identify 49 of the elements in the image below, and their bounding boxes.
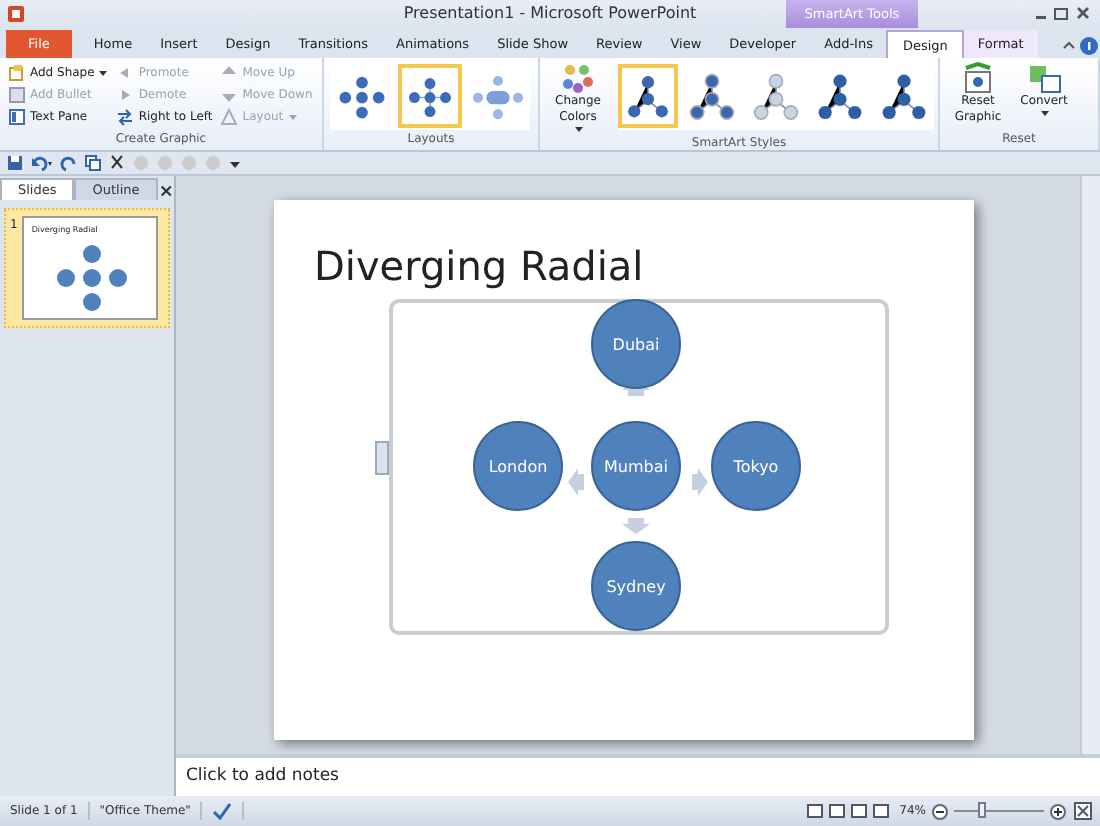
- cut-icon[interactable]: [108, 154, 126, 172]
- layout-icon: [220, 108, 239, 126]
- window-title: Presentation1 - Microsoft PowerPoint: [403, 2, 697, 26]
- fit-window-icon[interactable]: [1074, 802, 1092, 820]
- zoom-slider-thumb[interactable]: [978, 802, 987, 818]
- notes-placeholder[interactable]: Click to add notes: [176, 754, 1100, 796]
- smartart-frame[interactable]: [389, 299, 889, 635]
- circle-node[interactable]: [591, 421, 681, 511]
- circle-node[interactable]: [711, 421, 801, 511]
- slide-title: Diverging Radial: [314, 240, 644, 294]
- slide-sorter-icon[interactable]: [827, 802, 846, 820]
- color-dots-icon: [560, 62, 596, 94]
- zoom-in-icon[interactable]: [1050, 803, 1066, 819]
- vertical-scrollbar[interactable]: [1080, 176, 1100, 754]
- layout-option[interactable]: [398, 64, 462, 128]
- close-icon[interactable]: [1074, 4, 1092, 22]
- zoom-out-icon[interactable]: [932, 803, 948, 819]
- style-option[interactable]: [618, 64, 678, 128]
- convert-icon: [1026, 62, 1062, 94]
- swap-icon: [116, 108, 135, 126]
- circle-node[interactable]: [591, 299, 681, 389]
- undo-icon[interactable]: [30, 154, 54, 172]
- node-label: Dubai: [612, 336, 660, 354]
- expand-handle-icon[interactable]: [375, 441, 389, 475]
- caret-icon: [573, 126, 583, 134]
- shape-icon: [8, 64, 26, 82]
- node-label: Tokyo: [733, 458, 779, 476]
- circle-node[interactable]: [473, 421, 563, 511]
- reading-view-icon[interactable]: [849, 802, 868, 820]
- node-label: London: [488, 458, 548, 476]
- slideshow-icon[interactable]: [871, 802, 890, 820]
- node-label: Sydney: [606, 578, 666, 596]
- arrow-icon: [622, 518, 650, 534]
- normal-view-icon[interactable]: [805, 802, 824, 820]
- spell-check-icon[interactable]: [212, 801, 233, 820]
- bullet-icon: [8, 86, 26, 104]
- help-icon[interactable]: [1078, 34, 1100, 58]
- redo-icon[interactable]: [60, 154, 78, 172]
- circle-node[interactable]: [591, 541, 681, 631]
- reset-graphic-icon: [960, 62, 996, 94]
- restore-icon[interactable]: [1052, 4, 1071, 22]
- arrow-icon: [692, 468, 708, 496]
- node-label: Mumbai: [604, 458, 668, 476]
- app-icon: [6, 4, 26, 24]
- save-icon[interactable]: [6, 154, 24, 172]
- close-icon[interactable]: [157, 182, 174, 200]
- copy-icon[interactable]: [84, 154, 102, 172]
- pane-icon: [8, 108, 26, 126]
- arrow-icon: [568, 468, 584, 496]
